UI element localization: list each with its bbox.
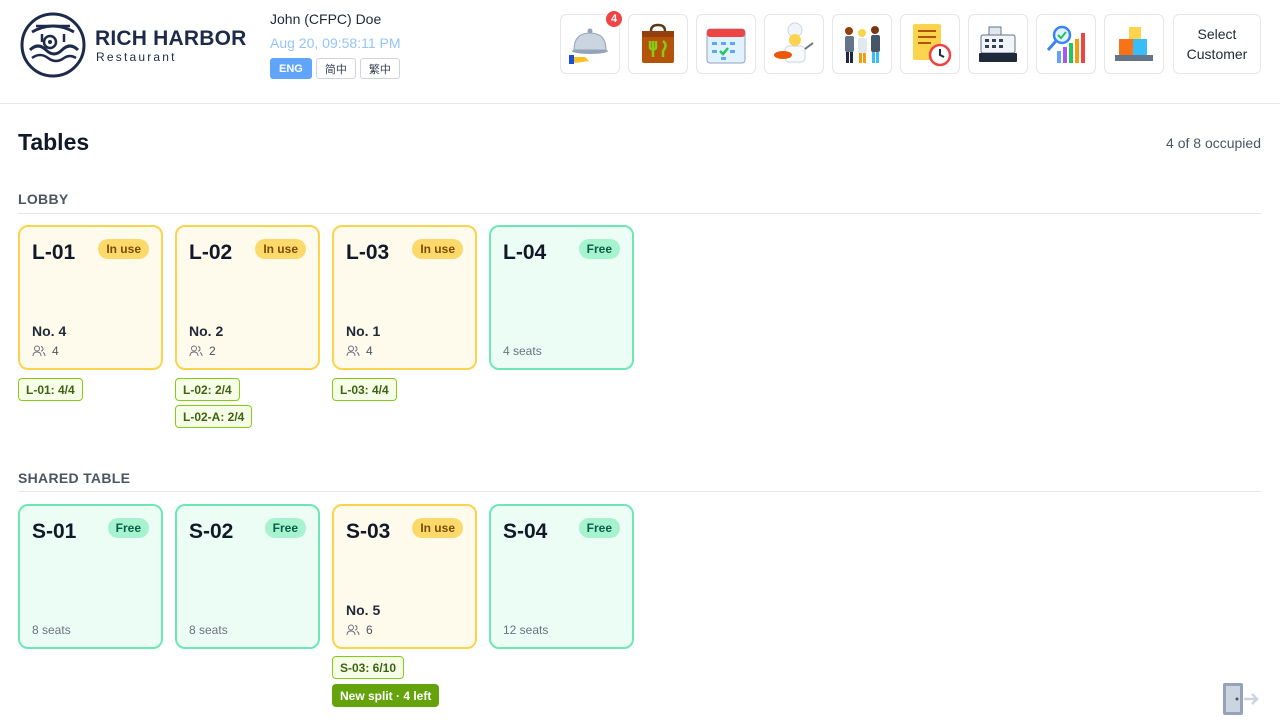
orders-count-badge: 4 bbox=[604, 9, 624, 29]
guest-count: 6 bbox=[346, 623, 373, 637]
brand-name: RICH HARBOR bbox=[95, 27, 247, 50]
table-card-s-01[interactable]: S-01 Free 8 seats bbox=[18, 504, 163, 649]
table-card-l-02[interactable]: L-02 In use No. 2 2 bbox=[175, 225, 320, 370]
guest-count-value: 4 bbox=[52, 344, 59, 358]
takeaway-bag-icon bbox=[642, 23, 674, 63]
analytics-icon bbox=[1046, 25, 1085, 63]
history-button[interactable] bbox=[900, 14, 960, 74]
order-number: No. 5 bbox=[346, 602, 381, 618]
table-card-s-04[interactable]: S-04 Free 12 seats bbox=[489, 504, 634, 649]
people-icon bbox=[346, 345, 360, 357]
order-number: No. 1 bbox=[346, 323, 381, 339]
app-header: RICH HARBOR Restaurant John (CFPC) Doe A… bbox=[0, 0, 1280, 104]
staff-button[interactable] bbox=[832, 14, 892, 74]
orders-button[interactable]: 4 bbox=[560, 9, 624, 74]
order-chip-l-03[interactable]: L-03: 4/4 bbox=[332, 378, 397, 401]
takeaway-button[interactable] bbox=[628, 14, 688, 74]
order-number: No. 2 bbox=[189, 323, 224, 339]
logout-icon[interactable] bbox=[1220, 680, 1260, 718]
people-icon bbox=[32, 345, 46, 357]
guest-count: 4 bbox=[346, 344, 373, 358]
chef-icon bbox=[774, 22, 814, 63]
guest-count-value: 6 bbox=[366, 623, 373, 637]
order-chip-l-01[interactable]: L-01: 4/4 bbox=[18, 378, 83, 401]
lang-traditional-chinese-button[interactable]: 繁中 bbox=[359, 58, 400, 79]
brand-subtitle: Restaurant bbox=[96, 50, 177, 64]
seat-capacity: 8 seats bbox=[32, 623, 71, 637]
guest-count: 4 bbox=[32, 344, 59, 358]
seat-capacity: 8 seats bbox=[189, 623, 228, 637]
table-card-l-01[interactable]: L-01 In use No. 4 4 bbox=[18, 225, 163, 370]
section-divider bbox=[18, 491, 1261, 492]
cash-register-icon bbox=[979, 26, 1017, 62]
table-name: S-02 bbox=[189, 520, 234, 543]
table-name: S-01 bbox=[32, 520, 77, 543]
kitchen-button[interactable] bbox=[764, 14, 824, 74]
reservations-button[interactable] bbox=[696, 14, 756, 74]
lang-eng-button[interactable]: ENG bbox=[270, 58, 312, 79]
guest-count: 2 bbox=[189, 344, 216, 358]
new-split-button[interactable]: New split · 4 left bbox=[332, 684, 440, 707]
status-badge: Free bbox=[107, 518, 149, 538]
table-name: L-02 bbox=[189, 241, 233, 264]
table-card-s-02[interactable]: S-02 Free 8 seats bbox=[175, 504, 320, 649]
staff-icon bbox=[845, 26, 880, 63]
status-badge: Free bbox=[578, 518, 620, 538]
current-datetime: Aug 20, 09:58:11 PM bbox=[270, 35, 401, 51]
order-chip-l-02[interactable]: L-02: 2/4 bbox=[175, 378, 240, 401]
table-card-s-03[interactable]: S-03 In use No. 5 6 bbox=[332, 504, 477, 649]
table-name: L-03 bbox=[346, 241, 390, 264]
receipt-clock-icon bbox=[913, 24, 952, 67]
people-icon bbox=[189, 345, 203, 357]
order-number: No. 4 bbox=[32, 323, 67, 339]
status-badge: In use bbox=[412, 518, 463, 538]
status-badge: In use bbox=[412, 239, 463, 259]
guest-count-value: 4 bbox=[366, 344, 373, 358]
lang-simplified-chinese-button[interactable]: 简中 bbox=[315, 58, 356, 79]
guest-count-value: 2 bbox=[209, 344, 216, 358]
inventory-boxes-icon bbox=[1115, 27, 1153, 61]
checkout-button[interactable] bbox=[968, 14, 1028, 74]
status-badge: Free bbox=[578, 239, 620, 259]
order-chip-l-02-a[interactable]: L-02-A: 2/4 bbox=[175, 405, 253, 428]
service-bell-icon bbox=[569, 28, 608, 64]
people-icon bbox=[346, 624, 360, 636]
calendar-icon bbox=[706, 28, 746, 64]
occupancy-summary: 4 of 8 occupied bbox=[1166, 135, 1261, 151]
rich-harbor-logo bbox=[20, 12, 86, 78]
page-title: Tables bbox=[18, 129, 90, 155]
language-switcher: ENG 简中 繁中 bbox=[270, 58, 400, 79]
seat-capacity: 4 seats bbox=[503, 344, 542, 358]
table-name: S-03 bbox=[346, 520, 391, 543]
reports-button[interactable] bbox=[1036, 14, 1096, 74]
table-card-l-04[interactable]: L-04 Free 4 seats bbox=[489, 225, 634, 370]
status-badge: In use bbox=[98, 239, 149, 259]
section-title-lobby: LOBBY bbox=[18, 191, 69, 207]
table-name: S-04 bbox=[503, 520, 548, 543]
table-name: L-04 bbox=[503, 241, 547, 264]
section-divider bbox=[18, 213, 1261, 214]
select-customer-button[interactable]: Select Customer bbox=[1173, 14, 1261, 74]
order-chip-s-03[interactable]: S-03: 6/10 bbox=[332, 656, 405, 679]
section-title-shared-table: SHARED TABLE bbox=[18, 470, 131, 486]
table-card-l-03[interactable]: L-03 In use No. 1 4 bbox=[332, 225, 477, 370]
status-badge: Free bbox=[264, 518, 306, 538]
status-badge: In use bbox=[255, 239, 306, 259]
table-name: L-01 bbox=[32, 241, 76, 264]
inventory-button[interactable] bbox=[1104, 14, 1164, 74]
user-name: John (CFPC) Doe bbox=[270, 11, 382, 27]
seat-capacity: 12 seats bbox=[503, 623, 549, 637]
